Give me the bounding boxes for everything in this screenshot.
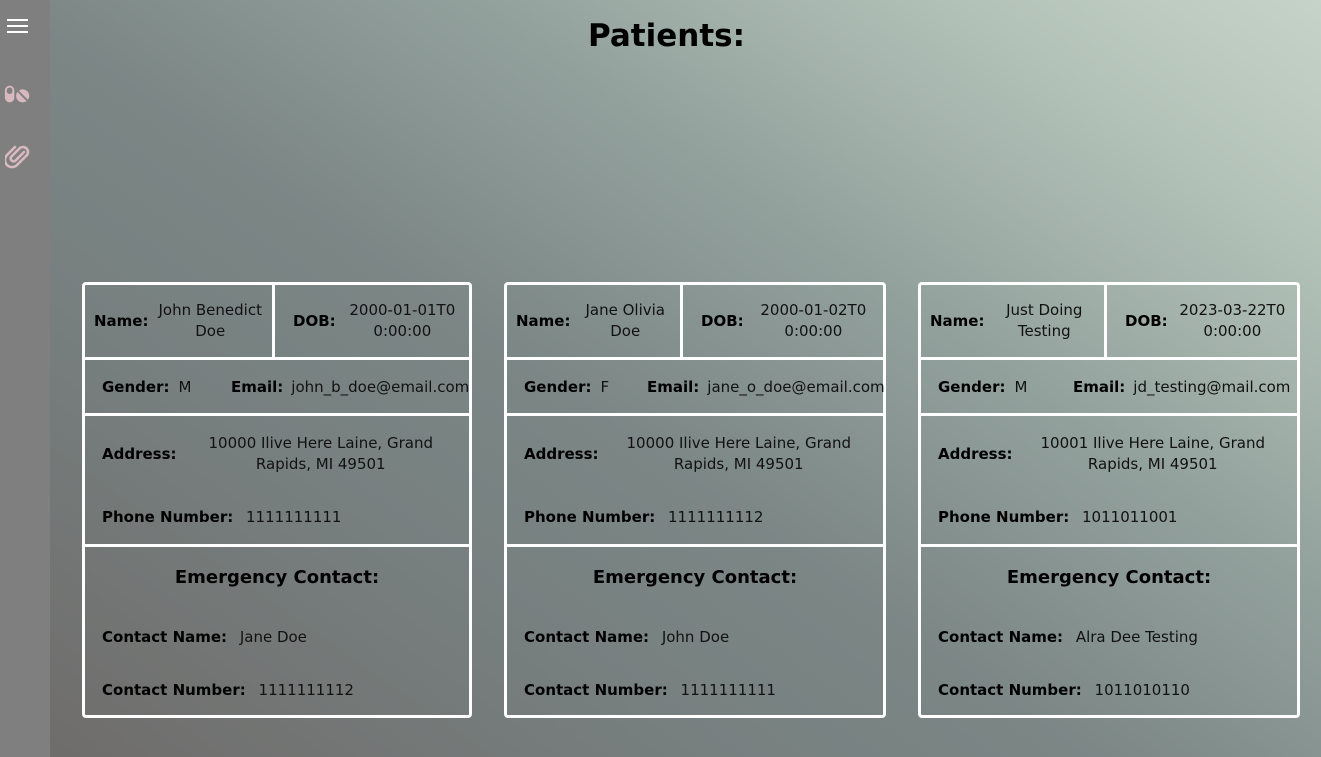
address-phone-row: Address: 10001 Ilive Here Laine, Grand R… (921, 416, 1297, 547)
email-label: Email: (647, 377, 700, 396)
name-dob-row: Name: Jane Olivia Doe DOB: 2000-01-02T00… (507, 285, 883, 360)
attachments-button[interactable] (4, 143, 32, 171)
gender-email-row: Gender: M Email: john_b_doe@email.com (85, 360, 469, 416)
name-cell: Name: John Benedict Doe (85, 285, 275, 357)
contact-number: 1011010110 (1094, 681, 1190, 699)
contact-name: John Doe (661, 628, 730, 646)
patient-address: 10000 Ilive Here Laine, Grand Rapids, MI… (626, 434, 851, 473)
contact-number-label: Contact Number: (938, 681, 1082, 699)
patient-gender: F (600, 377, 610, 396)
patient-name: Just Doing Testing (1006, 301, 1083, 340)
gender-label: Gender: (102, 377, 170, 396)
patient-card: Name: Jane Olivia Doe DOB: 2000-01-02T00… (504, 282, 886, 718)
emergency-contact-heading: Emergency Contact: (174, 567, 380, 588)
phone-label: Phone Number: (524, 508, 656, 526)
pills-icon (4, 85, 30, 103)
emergency-contact-heading: Emergency Contact: (592, 567, 798, 588)
name-label: Name: (930, 312, 985, 330)
emergency-contact-section: Emergency Contact: Contact Name: John Do… (507, 547, 883, 715)
patient-address: 10001 Ilive Here Laine, Grand Rapids, MI… (1040, 434, 1265, 473)
patient-name: Jane Olivia Doe (585, 301, 665, 340)
patient-email: john_b_doe@email.com (291, 377, 470, 396)
name-cell: Name: Just Doing Testing (921, 285, 1107, 357)
name-dob-row: Name: John Benedict Doe DOB: 2000-01-01T… (85, 285, 469, 360)
patient-email: jane_o_doe@email.com (707, 377, 885, 396)
email-label: Email: (231, 377, 284, 396)
patient-dob: 2023-03-22T00:00:00 (1179, 301, 1286, 340)
address-label: Address: (524, 445, 599, 463)
contact-number: 1111111111 (680, 681, 776, 699)
patient-card: Name: Just Doing Testing DOB: 2023-03-22… (918, 282, 1300, 718)
address-phone-row: Address: 10000 Ilive Here Laine, Grand R… (507, 416, 883, 547)
address-phone-row: Address: 10000 Ilive Here Laine, Grand R… (85, 416, 469, 547)
dob-cell: DOB: 2000-01-02T00:00:00 (683, 285, 883, 357)
name-label: Name: (94, 312, 149, 330)
menu-icon (7, 19, 28, 33)
dob-cell: DOB: 2000-01-01T00:00:00 (275, 285, 469, 357)
patient-phone: 1111111111 (246, 508, 342, 526)
dob-label: DOB: (1125, 312, 1168, 330)
patient-phone: 1111111112 (668, 508, 764, 526)
emergency-contact-section: Emergency Contact: Contact Name: Jane Do… (85, 547, 469, 715)
patient-address: 10000 Ilive Here Laine, Grand Rapids, MI… (208, 434, 433, 473)
medications-button[interactable] (4, 80, 32, 108)
sidebar (0, 0, 50, 757)
contact-number: 1111111112 (258, 681, 354, 699)
address-label: Address: (102, 445, 177, 463)
contact-name-label: Contact Name: (938, 628, 1064, 646)
patient-gender: M (178, 377, 192, 396)
patient-dob: 2000-01-01T00:00:00 (349, 301, 456, 340)
dob-cell: DOB: 2023-03-22T00:00:00 (1107, 285, 1297, 357)
emergency-contact-section: Emergency Contact: Contact Name: Alra De… (921, 547, 1297, 715)
name-cell: Name: Jane Olivia Doe (507, 285, 683, 357)
paperclip-icon (5, 145, 30, 169)
patient-card: Name: John Benedict Doe DOB: 2000-01-01T… (82, 282, 472, 718)
dob-label: DOB: (293, 312, 336, 330)
patient-dob: 2000-01-02T00:00:00 (760, 301, 867, 340)
contact-name: Alra Dee Testing (1075, 628, 1198, 646)
patient-name: John Benedict Doe (158, 301, 262, 340)
dob-label: DOB: (701, 312, 744, 330)
page-title: Patients: (587, 18, 745, 54)
contact-number-label: Contact Number: (102, 681, 246, 699)
email-label: Email: (1073, 377, 1126, 396)
gender-email-row: Gender: M Email: jd_testing@mail.com (921, 360, 1297, 416)
contact-name-label: Contact Name: (524, 628, 650, 646)
contact-name: Jane Doe (239, 628, 307, 646)
address-label: Address: (938, 445, 1013, 463)
emergency-contact-heading: Emergency Contact: (1006, 567, 1212, 588)
phone-label: Phone Number: (102, 508, 234, 526)
name-dob-row: Name: Just Doing Testing DOB: 2023-03-22… (921, 285, 1297, 360)
gender-label: Gender: (938, 377, 1006, 396)
patient-email: jd_testing@mail.com (1133, 377, 1291, 396)
contact-number-label: Contact Number: (524, 681, 668, 699)
gender-label: Gender: (524, 377, 592, 396)
phone-label: Phone Number: (938, 508, 1070, 526)
gender-email-row: Gender: F Email: jane_o_doe@email.com (507, 360, 885, 416)
patient-gender: M (1014, 377, 1028, 396)
name-label: Name: (516, 312, 571, 330)
contact-name-label: Contact Name: (102, 628, 228, 646)
patient-phone: 1011011001 (1082, 508, 1178, 526)
menu-button[interactable] (4, 12, 32, 40)
